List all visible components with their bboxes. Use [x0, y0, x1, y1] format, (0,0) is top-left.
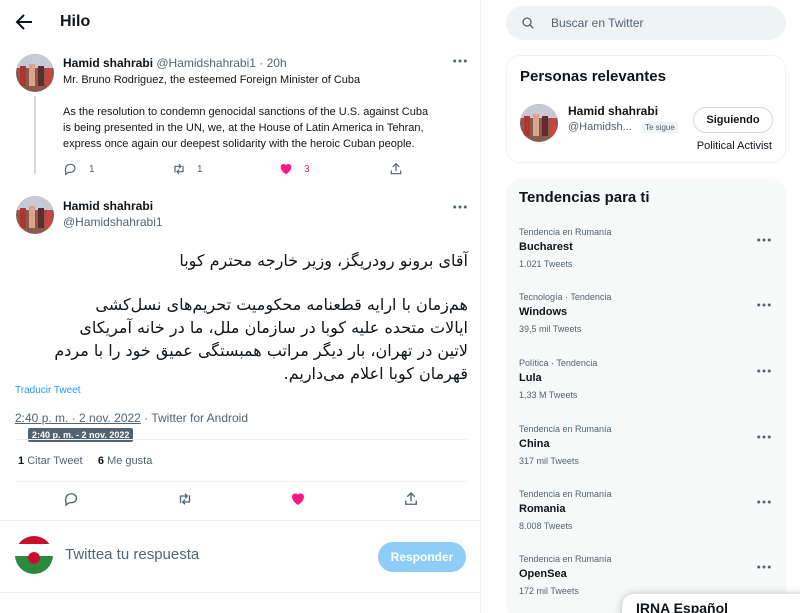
- messages-drawer[interactable]: IRNA Español: [622, 594, 800, 613]
- back-arrow-icon[interactable]: [12, 10, 36, 34]
- page-title: Hilo: [60, 13, 91, 30]
- follows-you-badge: Te sigue: [642, 122, 678, 133]
- tweet-text: ایالات متحده علیه کوبا در سازمان ملل، ما…: [79, 318, 468, 337]
- author-name[interactable]: Hamid shahrabi: [63, 199, 153, 213]
- following-button[interactable]: Siguiendo: [693, 107, 773, 133]
- tweet-text: آقای برونو رودریگز، وزیر خارجه محترم کوب…: [179, 251, 468, 270]
- likes-link[interactable]: 6 Me gusta: [98, 455, 152, 467]
- person-name[interactable]: Hamid shahrabi: [568, 104, 658, 118]
- tweet-text: قهرمان کوبا اعلام می‌داریم.: [283, 364, 468, 383]
- more-icon[interactable]: [755, 362, 773, 380]
- tweet-text: express once again our deepest solidarit…: [63, 138, 415, 150]
- search-icon: [522, 17, 534, 29]
- trend-item[interactable]: Tecnología · Tendencia Windows 39,5 mil …: [506, 292, 786, 357]
- card-title: Tendencias para ti: [519, 189, 650, 206]
- trend-name: China: [519, 438, 550, 450]
- trend-count: 172 mil Tweets: [519, 586, 579, 596]
- trend-name: Romania: [519, 503, 566, 515]
- retweet-icon: [174, 163, 184, 175]
- share-button[interactable]: [388, 161, 404, 177]
- trend-item[interactable]: Tendencia en Rumanía China 317 mil Tweet…: [506, 424, 786, 489]
- retweet-icon[interactable]: [176, 490, 194, 508]
- tweet-text: هم‌زمان با ارایه قطعنامه محکومیت تحریم‌ه…: [95, 295, 468, 314]
- reply-input[interactable]: Twittea tu respuesta: [65, 546, 199, 563]
- share-icon[interactable]: [402, 490, 420, 508]
- more-icon[interactable]: [755, 428, 773, 446]
- reply-icon: [64, 163, 76, 176]
- author-handle[interactable]: @Hamidshahrabi1: [156, 56, 256, 70]
- tweet-datetime[interactable]: 2:40 p. m. · 2 nov. 2022: [15, 411, 141, 425]
- person-handle[interactable]: @Hamidsh...: [568, 121, 632, 133]
- tweet-meta: 2:40 p. m. · 2 nov. 2022 · Twitter for A…: [15, 411, 248, 425]
- relevant-people-card: Personas relevantes Hamid shahrabi @Hami…: [506, 55, 786, 163]
- reply-icon[interactable]: [63, 490, 81, 508]
- trend-context: Política · Tendencia: [519, 358, 598, 368]
- trend-item[interactable]: Política · Tendencia Lula 1,33 M Tweets: [506, 358, 786, 423]
- trend-context: Tendencia en Rumanía: [519, 227, 612, 237]
- avatar[interactable]: [16, 54, 54, 92]
- trend-name: Windows: [519, 306, 568, 318]
- trend-count: 1.021 Tweets: [519, 259, 573, 269]
- heart-icon[interactable]: [289, 490, 307, 508]
- divider: [0, 592, 481, 593]
- person-bio: Political Activist: [696, 140, 772, 152]
- reply-submit-button[interactable]: Responder: [378, 542, 466, 572]
- trend-context: Tendencia en Rumanía: [519, 554, 612, 564]
- trend-name: OpenSea: [519, 568, 567, 580]
- trend-item[interactable]: Tendencia en Rumanía Bucharest 1.021 Twe…: [506, 227, 786, 292]
- divider: [15, 439, 467, 440]
- more-icon[interactable]: [755, 493, 773, 511]
- trend-name: Lula: [519, 372, 542, 384]
- share-icon: [390, 162, 402, 175]
- trend-name: Bucharest: [519, 241, 573, 253]
- divider: [15, 481, 467, 482]
- quote-tweets-link[interactable]: 1 Citar Tweet: [18, 455, 83, 467]
- trend-count: 39,5 mil Tweets: [519, 324, 582, 334]
- trend-count: 1,33 M Tweets: [519, 390, 578, 400]
- more-icon[interactable]: [755, 231, 773, 249]
- author-handle[interactable]: @Hamidshahrabi1: [63, 215, 163, 229]
- more-icon[interactable]: [451, 52, 469, 70]
- tweet-time[interactable]: · 20h: [259, 56, 286, 70]
- search-box[interactable]: Buscar en Twitter: [506, 6, 786, 40]
- trend-context: Tendencia en Rumanía: [519, 489, 612, 499]
- reply-count: 1: [89, 163, 95, 175]
- drawer-title: IRNA Español: [636, 600, 729, 613]
- avatar[interactable]: [16, 196, 54, 234]
- retweet-count: 1: [197, 163, 203, 175]
- reply-composer: Twittea tu respuesta Responder: [0, 520, 481, 592]
- author-name[interactable]: Hamid shahrabi: [63, 56, 153, 70]
- like-count: 3: [304, 163, 310, 175]
- avatar[interactable]: [520, 104, 558, 142]
- trend-context: Tendencia en Rumanía: [519, 424, 612, 434]
- trend-count: 8.008 Tweets: [519, 521, 573, 531]
- card-title: Personas relevantes: [520, 68, 666, 85]
- reply-button[interactable]: 1: [63, 161, 95, 177]
- like-button[interactable]: 3: [278, 161, 310, 177]
- trend-context: Tecnología · Tendencia: [519, 292, 612, 302]
- more-icon[interactable]: [755, 558, 773, 576]
- heart-icon: [280, 164, 292, 175]
- parent-tweet-header: Hamid shahrabi @Hamidshahrabi1 · 20h: [63, 56, 287, 70]
- trends-card: Tendencias para ti Tendencia en Rumanía …: [506, 179, 786, 613]
- search-input[interactable]: Buscar en Twitter: [551, 16, 643, 30]
- tweet-text: Mr. Bruno Rodriguez, the esteemed Foreig…: [63, 74, 361, 86]
- trend-count: 317 mil Tweets: [519, 456, 579, 466]
- tweet-text: As the resolution to condemn genocidal s…: [63, 106, 429, 118]
- more-icon[interactable]: [451, 198, 469, 216]
- translate-link[interactable]: Traducir Tweet: [15, 385, 81, 396]
- avatar[interactable]: [15, 536, 53, 574]
- tweet-text: لاتین در تهران، بار دیگر مراتب همبستگی ع…: [54, 341, 468, 360]
- retweet-button[interactable]: 1: [171, 161, 203, 177]
- trend-item[interactable]: Tendencia en Rumanía Romania 8.008 Tweet…: [506, 489, 786, 554]
- tweet-source: · Twitter for Android: [144, 411, 249, 425]
- tweet-stats: 1 Citar Tweet 6 Me gusta: [18, 455, 152, 467]
- thread-connector: [34, 96, 36, 174]
- header: Hilo: [0, 0, 481, 46]
- main-column: Hilo Hamid shahrabi @Hamidshahrabi1 · 20…: [0, 0, 481, 613]
- more-icon[interactable]: [755, 296, 773, 314]
- tweet-text: is being presented in the UN, we, at the…: [63, 122, 424, 134]
